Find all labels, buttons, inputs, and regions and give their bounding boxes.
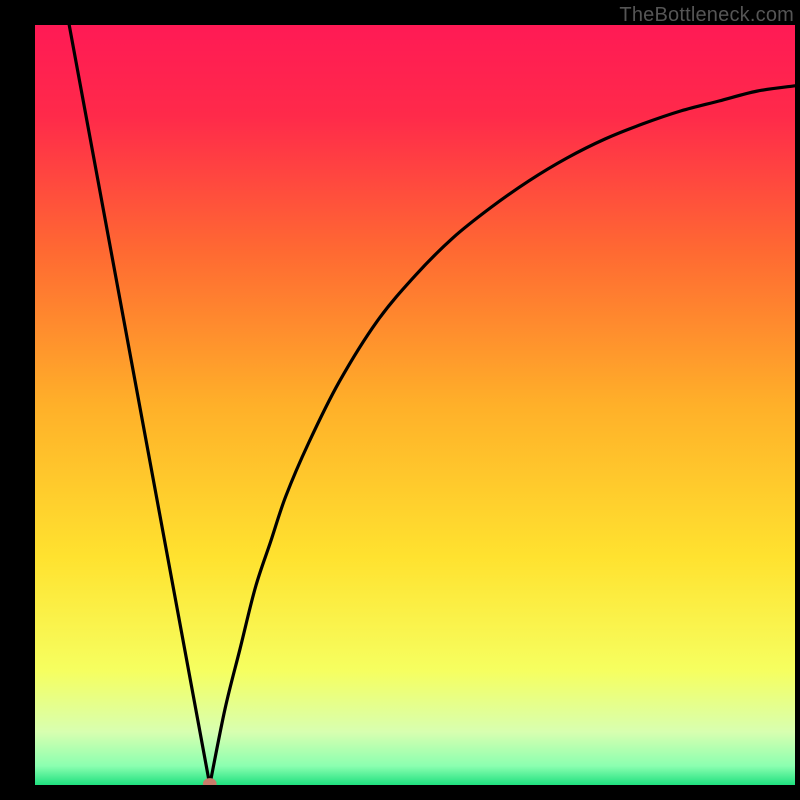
gradient-background — [35, 25, 795, 785]
chart-frame: TheBottleneck.com — [0, 0, 800, 800]
watermark-label: TheBottleneck.com — [619, 4, 794, 27]
plot-area — [35, 25, 795, 785]
bottleneck-curve-chart — [35, 25, 795, 785]
